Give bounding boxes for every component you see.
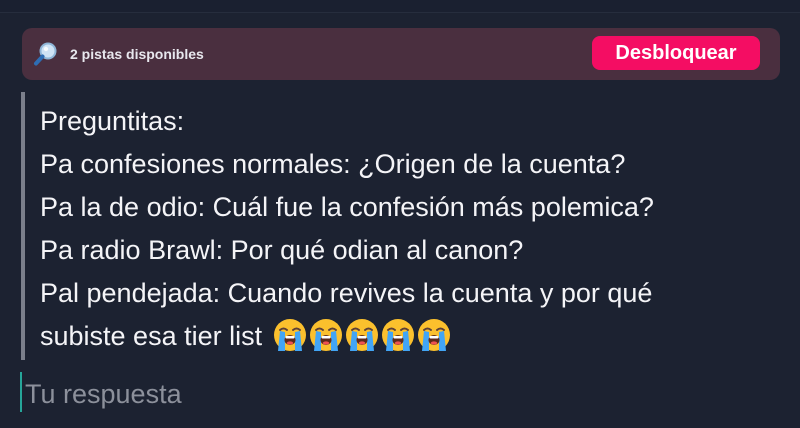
- crying-emoji-row: [272, 317, 452, 353]
- magnifying-glass-icon: [33, 41, 59, 67]
- hints-bar: 2 pistas disponibles Desbloquear: [22, 28, 780, 80]
- hints-available-label: 2 pistas disponibles: [70, 46, 204, 62]
- text-caret: [20, 372, 22, 412]
- question-line: Pa confesiones normales: ¿Origen de la c…: [40, 149, 626, 179]
- loudly-crying-face-emoji: [346, 318, 379, 351]
- question-line-last: subiste esa tier list: [40, 315, 790, 358]
- loudly-crying-face-emoji: [382, 318, 415, 351]
- question-line: Preguntitas:: [40, 106, 185, 136]
- top-divider: [0, 0, 800, 13]
- question-line: Pa la de odio: Cuál fue la confesión más…: [40, 192, 654, 222]
- question-quote-bar: [21, 92, 25, 360]
- loudly-crying-face-emoji: [274, 318, 307, 351]
- question-line-text: subiste esa tier list: [40, 321, 263, 351]
- question-line: Pa radio Brawl: Por qué odian al canon?: [40, 235, 524, 265]
- loudly-crying-face-emoji: [418, 318, 451, 351]
- loudly-crying-face-emoji: [310, 318, 343, 351]
- question-line: Pal pendejada: Cuando revives la cuenta …: [40, 278, 653, 308]
- answer-input[interactable]: [25, 376, 765, 412]
- unlock-button[interactable]: Desbloquear: [592, 36, 760, 70]
- question-screen: 2 pistas disponibles Desbloquear Pregunt…: [0, 0, 800, 428]
- question-text: Preguntitas: Pa confesiones normales: ¿O…: [40, 100, 790, 358]
